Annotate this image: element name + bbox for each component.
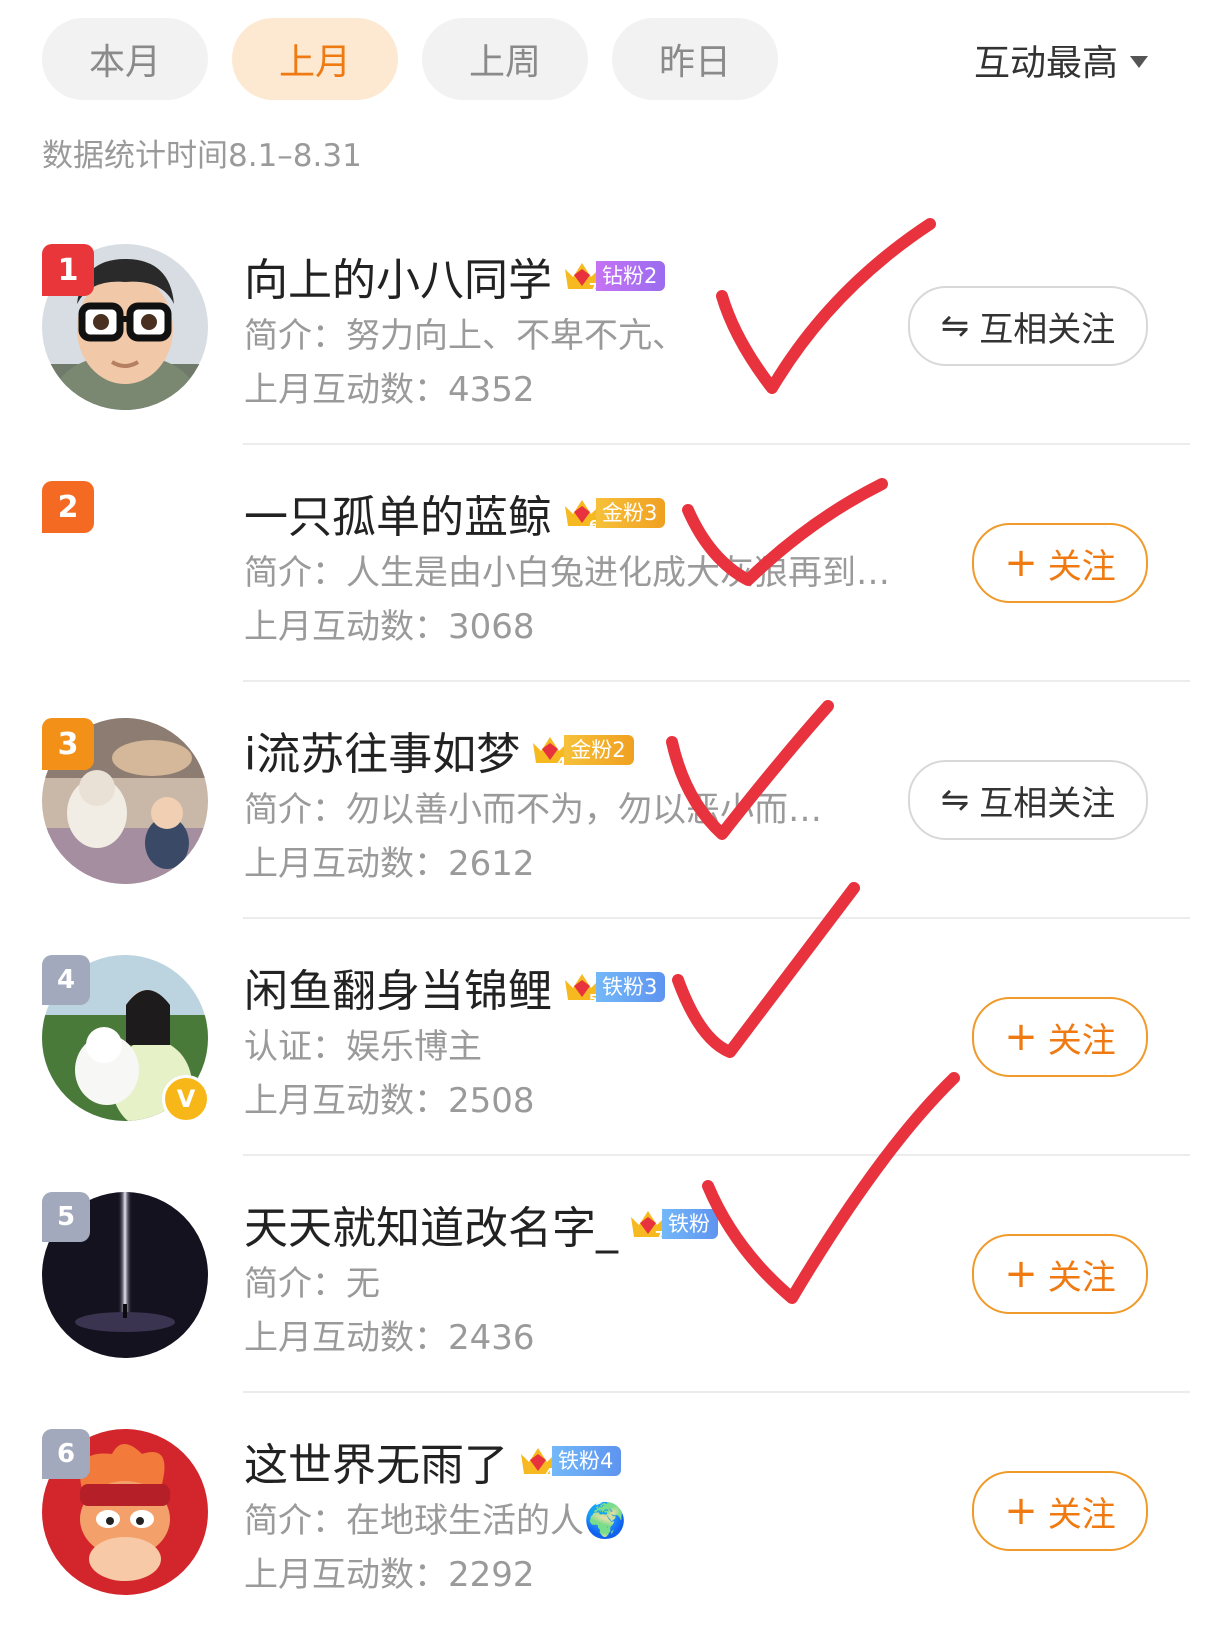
name-line: i流苏往事如梦 4 金粉2	[244, 718, 634, 782]
fan-badge: 7 钻粉2	[562, 257, 666, 295]
mutual-arrows-icon: ⇋	[940, 306, 970, 346]
tab-last-month[interactable]: 上月	[232, 18, 398, 100]
user-desc: 简介：在地球生活的人🌍	[244, 1501, 627, 1541]
mutual-follow-button[interactable]: ⇋ 互相关注	[908, 760, 1148, 840]
name-line: 闲鱼翻身当锦鲤 5 铁粉3	[244, 955, 666, 1019]
interaction-count: 上月互动数：2612	[244, 844, 535, 884]
user-name[interactable]: 天天就知道改名字_	[244, 1192, 618, 1256]
user-name[interactable]: 向上的小八同学	[244, 244, 552, 308]
rank-badge: 4	[42, 955, 90, 1005]
button-label: 互相关注	[979, 309, 1116, 350]
fan-badge: 7 铁粉	[628, 1205, 718, 1243]
follow-button[interactable]: + 关注	[972, 1471, 1148, 1551]
tab-this-month[interactable]: 本月	[42, 18, 208, 100]
name-line: 一只孤单的蓝鲸 6 金粉3	[244, 481, 666, 545]
rank-badge: 3	[42, 718, 94, 770]
verified-badge-icon: V	[162, 1075, 210, 1123]
user-list: 1 向上的小八同学 7 钻粉2 简介：努力向上、不卑不亢、 上月互动数：4352…	[0, 208, 1206, 1630]
plus-icon: +	[1004, 1014, 1038, 1060]
plus-icon: +	[1004, 540, 1038, 586]
rank-badge: 2	[42, 481, 94, 533]
tab-last-week[interactable]: 上周	[422, 18, 588, 100]
user-desc: 简介：人生是由小白兔进化成大灰狼再到…	[244, 553, 890, 593]
tab-yesterday[interactable]: 昨日	[612, 18, 778, 100]
fan-label: 金粉3	[596, 498, 666, 528]
interaction-count: 上月互动数：2436	[244, 1318, 535, 1358]
mutual-follow-button[interactable]: ⇋ 互相关注	[908, 286, 1148, 366]
user-name[interactable]: 闲鱼翻身当锦鲤	[244, 955, 552, 1019]
user-desc: 简介：努力向上、不卑不亢、	[244, 316, 686, 356]
plus-icon: +	[1004, 1251, 1038, 1297]
list-item[interactable]: 6 这世界无雨了 4 铁粉4 简介：在地球生活的人🌍 上月互动数：2292 + …	[0, 1393, 1206, 1630]
list-item[interactable]: 4 V 闲鱼翻身当锦鲤 5 铁粉3 认证：娱乐博主 上月互动数：2508 + 关…	[0, 919, 1206, 1156]
fan-label: 铁粉3	[596, 972, 666, 1002]
list-item[interactable]: 5 天天就知道改名字_ 7 铁粉 简介：无 上月互动数：2436 + 关注	[0, 1156, 1206, 1393]
period-text: 数据统计时间8.1–8.31	[42, 138, 362, 174]
caret-down-icon	[1130, 56, 1148, 68]
fan-badge: 6 金粉3	[562, 494, 666, 532]
list-item[interactable]: 2 一只孤单的蓝鲸 6 金粉3 简介：人生是由小白兔进化成大灰狼再到… 上月互动…	[0, 445, 1206, 682]
fan-badge: 4 金粉2	[530, 731, 634, 769]
button-label: 互相关注	[979, 783, 1116, 824]
follow-button[interactable]: + 关注	[972, 997, 1148, 1077]
button-label: 关注	[1047, 1020, 1116, 1061]
name-line: 这世界无雨了 4 铁粉4	[244, 1429, 622, 1493]
period-tabs: 本月 上月 上周 昨日	[42, 18, 778, 100]
name-line: 天天就知道改名字_ 7 铁粉	[244, 1192, 718, 1256]
button-label: 关注	[1047, 1257, 1116, 1298]
fan-label: 金粉2	[564, 735, 634, 765]
name-line: 向上的小八同学 7 钻粉2	[244, 244, 666, 308]
rank-badge: 6	[42, 1429, 90, 1479]
fan-label: 铁粉	[662, 1209, 718, 1239]
interaction-count: 上月互动数：4352	[244, 370, 535, 410]
follow-button[interactable]: + 关注	[972, 523, 1148, 603]
user-name[interactable]: 这世界无雨了	[244, 1429, 508, 1493]
button-label: 关注	[1047, 1494, 1116, 1535]
rank-badge: 1	[42, 244, 94, 296]
user-name[interactable]: i流苏往事如梦	[244, 718, 520, 782]
interaction-count: 上月互动数：3068	[244, 607, 535, 647]
user-name[interactable]: 一只孤单的蓝鲸	[244, 481, 552, 545]
plus-icon: +	[1004, 1488, 1038, 1534]
fan-label: 铁粉4	[552, 1446, 622, 1476]
list-item[interactable]: 3 i流苏往事如梦 4 金粉2 简介：勿以善小而不为，勿以恶小而… 上月互动数：…	[0, 682, 1206, 919]
user-desc: 简介：无	[244, 1264, 380, 1304]
follow-button[interactable]: + 关注	[972, 1234, 1148, 1314]
user-desc: 认证：娱乐博主	[244, 1027, 482, 1067]
fan-badge: 4 铁粉4	[518, 1442, 622, 1480]
user-desc: 简介：勿以善小而不为，勿以恶小而…	[244, 790, 822, 830]
mutual-arrows-icon: ⇋	[940, 780, 970, 820]
fan-badge: 5 铁粉3	[562, 968, 666, 1006]
list-item[interactable]: 1 向上的小八同学 7 钻粉2 简介：努力向上、不卑不亢、 上月互动数：4352…	[0, 208, 1206, 445]
sort-label: 互动最高	[973, 43, 1118, 84]
button-label: 关注	[1047, 546, 1116, 587]
interaction-count: 上月互动数：2508	[244, 1081, 535, 1121]
fan-label: 钻粉2	[596, 261, 666, 291]
sort-dropdown[interactable]: 互动最高	[974, 34, 1148, 86]
rank-badge: 5	[42, 1192, 90, 1242]
